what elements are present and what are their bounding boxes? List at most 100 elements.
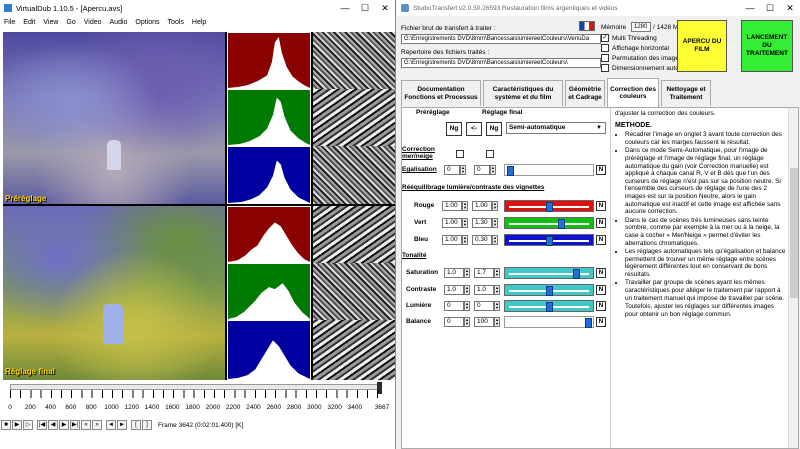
balance-slider[interactable] xyxy=(504,316,594,328)
play-input-icon[interactable]: ▶ xyxy=(12,420,22,430)
mer-neige-pre-checkbox[interactable] xyxy=(456,150,464,158)
contraste-neutral-button[interactable]: N xyxy=(596,285,606,295)
next-key-icon[interactable]: » xyxy=(92,420,102,430)
launch-processing-button[interactable]: LANCEMENT DU TRAITEMENT xyxy=(741,20,793,72)
vert-slider-knob[interactable] xyxy=(557,219,565,229)
bleu-final-spin[interactable]: ▲ ▼ xyxy=(492,235,498,245)
contraste-slider[interactable] xyxy=(504,284,594,296)
tab-characteristics[interactable]: Caractéristiques du système et du film xyxy=(483,80,563,106)
rouge-slider[interactable] xyxy=(504,200,594,212)
menu-options[interactable]: Options xyxy=(131,19,163,26)
bleu-final-input[interactable]: 0.30 xyxy=(472,235,492,245)
maximize-icon[interactable]: ☐ xyxy=(760,0,780,16)
saturation-final-spin[interactable]: ▲ ▼ xyxy=(494,268,500,278)
vert-final-input[interactable]: 1.30 xyxy=(472,218,492,228)
contraste-pre-spin[interactable]: ▲ ▼ xyxy=(464,285,470,295)
auto-size-checkbox[interactable] xyxy=(601,64,609,72)
lumiere-final-input[interactable]: 0 xyxy=(474,301,494,311)
balance-pre-spin[interactable]: ▲ ▼ xyxy=(464,317,470,327)
close-icon[interactable]: ✕ xyxy=(780,0,800,16)
stop-icon[interactable]: ■ xyxy=(1,420,11,430)
go-start-icon[interactable]: |◀ xyxy=(37,420,47,430)
menu-go[interactable]: Go xyxy=(62,19,79,26)
tab-color-correction[interactable]: Correction des couleurs xyxy=(607,78,659,107)
contraste-final-spin[interactable]: ▲ ▼ xyxy=(494,285,500,295)
menu-audio[interactable]: Audio xyxy=(106,19,132,26)
scene-back-icon[interactable]: ◄ xyxy=(106,420,116,430)
bleu-slider[interactable] xyxy=(504,234,594,246)
play-output-icon[interactable]: ▷ xyxy=(23,420,33,430)
contraste-slider-knob[interactable] xyxy=(546,286,553,296)
balance-slider-knob[interactable] xyxy=(585,318,592,328)
contraste-pre-input[interactable]: 1.0 xyxy=(444,285,464,295)
vert-pre-spin[interactable]: ▲ ▼ xyxy=(462,218,468,228)
balance-final-spin[interactable]: ▲ ▼ xyxy=(494,317,500,327)
multithreading-checkbox[interactable]: ✓ xyxy=(601,34,609,42)
prev-key-icon[interactable]: « xyxy=(81,420,91,430)
ng-prereglage-button[interactable]: Ng xyxy=(446,122,462,136)
bleu-neutral-button[interactable]: N xyxy=(596,235,606,245)
lumiere-pre-spin[interactable]: ▲ ▼ xyxy=(464,301,470,311)
tab-cleaning[interactable]: Nettoyage et Traitement xyxy=(661,80,711,106)
help-scrollbar[interactable] xyxy=(788,108,798,448)
mode-select[interactable]: Semi-automatique ▼ xyxy=(506,122,606,134)
balance-neutral-button[interactable]: N xyxy=(596,317,606,327)
egalisation-pre-spin[interactable]: ▲ ▼ xyxy=(460,165,466,175)
help-scrollbar-thumb[interactable] xyxy=(790,168,798,298)
lumiere-slider-knob[interactable] xyxy=(546,302,553,312)
rouge-slider-knob[interactable] xyxy=(546,202,553,212)
rouge-neutral-button[interactable]: N xyxy=(596,201,606,211)
egalisation-final-spin[interactable]: ▲ ▼ xyxy=(490,165,496,175)
vert-final-spin[interactable]: ▲ ▼ xyxy=(492,218,498,228)
menu-view[interactable]: View xyxy=(39,19,62,26)
memory-input[interactable]: 1280 xyxy=(631,22,651,32)
rouge-pre-input[interactable]: 1.00 xyxy=(442,201,462,211)
french-flag-icon[interactable] xyxy=(579,21,595,31)
egalisation-slider-knob[interactable] xyxy=(507,166,514,176)
lumiere-slider[interactable] xyxy=(504,300,594,312)
egalisation-slider[interactable] xyxy=(504,164,594,176)
bleu-slider-knob[interactable] xyxy=(546,236,553,246)
next-frame-icon[interactable]: ▶ xyxy=(59,420,69,430)
vert-neutral-button[interactable]: N xyxy=(596,218,606,228)
mer-neige-final-checkbox[interactable] xyxy=(486,150,494,158)
egalisation-pre-input[interactable]: 0 xyxy=(444,165,460,175)
minimize-icon[interactable]: — xyxy=(335,0,355,16)
go-end-icon[interactable]: ▶| xyxy=(70,420,80,430)
menu-help[interactable]: Help xyxy=(188,19,210,26)
contraste-final-input[interactable]: 1.0 xyxy=(474,285,494,295)
mark-out-icon[interactable]: ] xyxy=(142,420,152,430)
saturation-final-input[interactable]: 1.7 xyxy=(474,268,494,278)
egalisation-final-input[interactable]: 0 xyxy=(474,165,490,175)
ng-final-button[interactable]: Ng xyxy=(486,122,502,136)
rouge-pre-spin[interactable]: ▲ ▼ xyxy=(462,201,468,211)
menu-video[interactable]: Video xyxy=(80,19,106,26)
balance-pre-input[interactable]: 0 xyxy=(444,317,464,327)
rouge-final-spin[interactable]: ▲ ▼ xyxy=(492,201,498,211)
vert-pre-input[interactable]: 1.00 xyxy=(442,218,462,228)
timeline-ruler[interactable]: 0 200 400 600 800 1000 1200 1400 1600 1800 2000 220… xyxy=(6,382,392,416)
lumiere-pre-input[interactable]: 0 xyxy=(444,301,464,311)
saturation-pre-spin[interactable]: ▲ ▼ xyxy=(464,268,470,278)
dest-dir-input[interactable]: G:\Enregistrements DVD\8mm\Bancessaislum… xyxy=(401,58,601,68)
balance-final-input[interactable]: 100 xyxy=(474,317,494,327)
lumiere-neutral-button[interactable]: N xyxy=(596,301,606,311)
saturation-slider-knob[interactable] xyxy=(573,269,581,279)
saturation-pre-input[interactable]: 1.0 xyxy=(444,268,464,278)
mark-in-icon[interactable]: [ xyxy=(131,420,141,430)
horizontal-display-checkbox[interactable] xyxy=(601,44,609,52)
saturation-neutral-button[interactable]: N xyxy=(596,268,606,278)
source-file-input[interactable]: G:\Enregistrements DVD\8mm\Bancessaislum… xyxy=(401,34,601,44)
swap-images-checkbox[interactable] xyxy=(601,54,609,62)
preview-film-button[interactable]: APERCU DU FILM xyxy=(677,20,727,72)
egalisation-neutral-button[interactable]: N xyxy=(596,165,606,175)
saturation-slider[interactable] xyxy=(504,267,594,279)
copy-left-button[interactable]: <- xyxy=(466,122,482,136)
scene-fwd-icon[interactable]: ► xyxy=(117,420,127,430)
menu-tools[interactable]: Tools xyxy=(164,19,188,26)
menu-edit[interactable]: Edit xyxy=(19,19,39,26)
menu-file[interactable]: File xyxy=(0,19,19,26)
vert-slider[interactable] xyxy=(504,217,594,229)
tab-geometry[interactable]: Géométrie et Cadrage xyxy=(565,80,605,106)
bleu-pre-spin[interactable]: ▲ ▼ xyxy=(462,235,468,245)
